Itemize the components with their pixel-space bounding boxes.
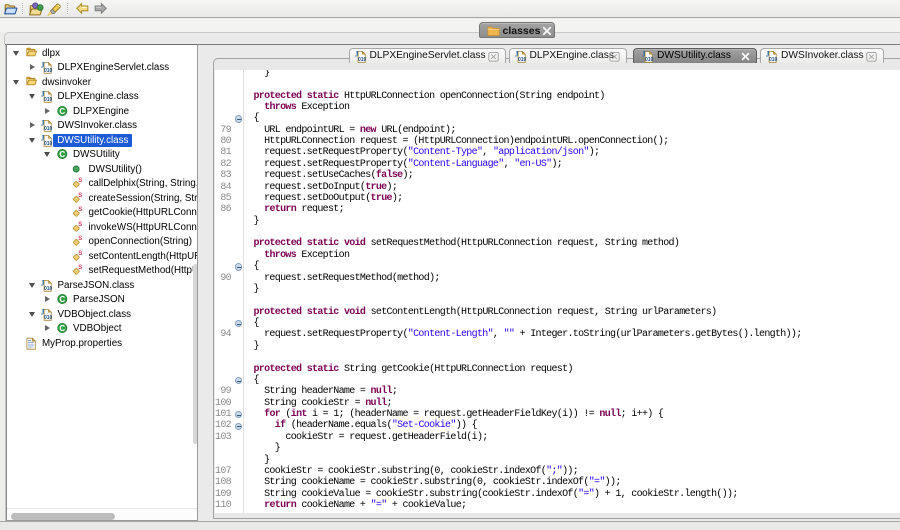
svg-text:S: S (78, 266, 82, 272)
svg-text:010: 010 (769, 57, 777, 63)
svg-text:C: C (59, 324, 65, 333)
svg-text:S: S (78, 251, 82, 257)
svg-text:S: S (78, 193, 82, 199)
svg-text:010: 010 (44, 141, 52, 147)
svg-text:010: 010 (44, 127, 52, 133)
svg-text:010: 010 (44, 315, 52, 321)
svg-text:S: S (78, 179, 82, 185)
svg-text:S: S (78, 222, 82, 228)
svg-text:010: 010 (44, 286, 52, 292)
svg-text:C: C (59, 107, 65, 116)
svg-text:S: S (78, 237, 82, 243)
svg-text:C: C (59, 295, 65, 304)
svg-text:010: 010 (44, 98, 52, 104)
svg-text:C: C (59, 150, 65, 159)
svg-text:S: S (78, 208, 82, 214)
svg-text:010: 010 (645, 57, 653, 63)
svg-text:010: 010 (518, 57, 526, 63)
svg-text:010: 010 (44, 69, 52, 75)
svg-text:010: 010 (358, 57, 366, 63)
